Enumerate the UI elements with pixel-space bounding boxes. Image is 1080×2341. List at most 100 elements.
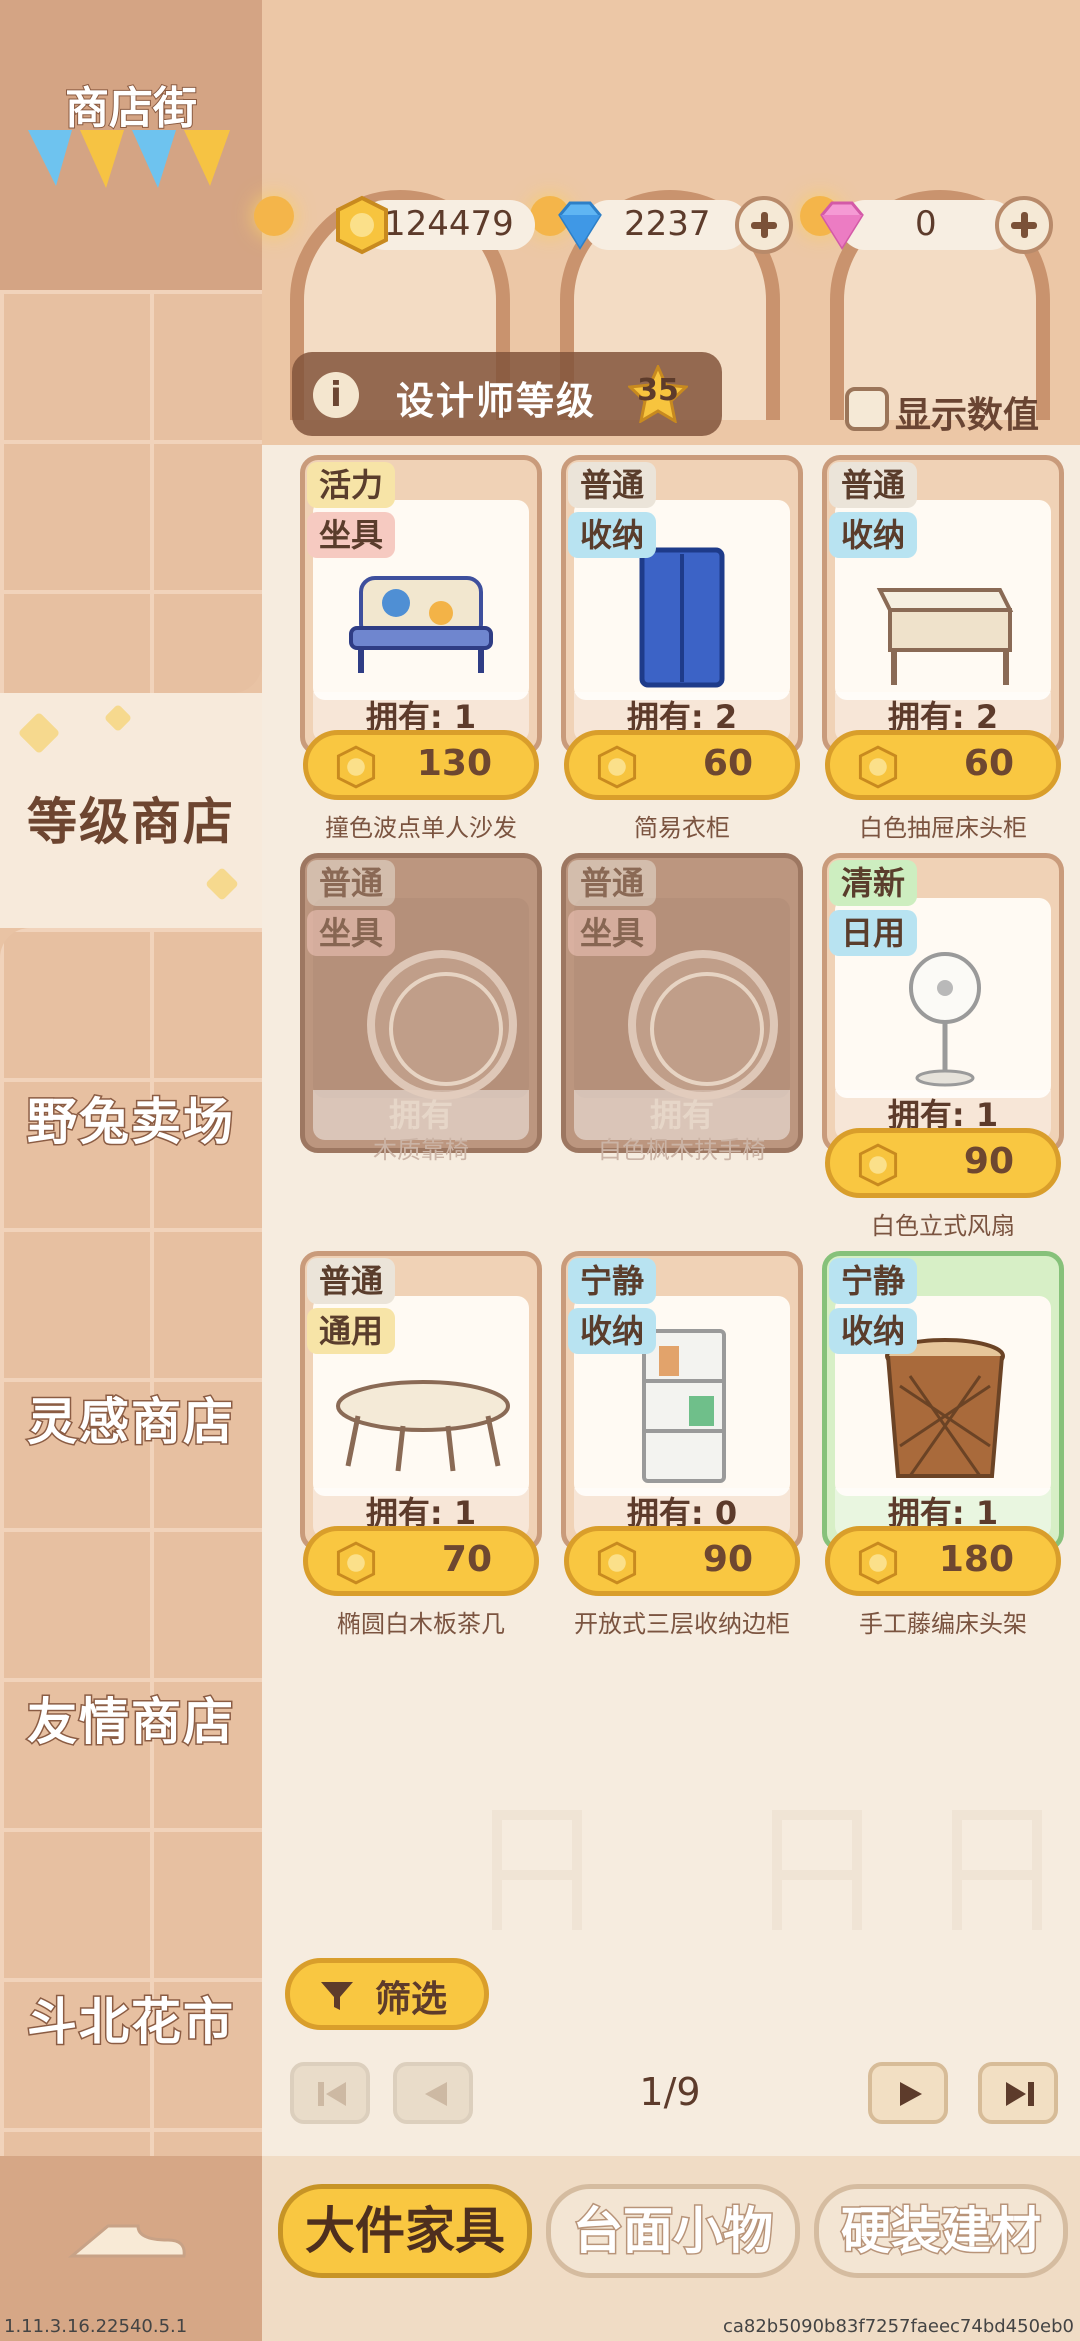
coin-balance-value: 124479 (384, 204, 514, 244)
coin-icon (597, 745, 637, 789)
item-tag-category: 坐具 (568, 910, 657, 956)
coin-icon (858, 745, 898, 789)
designer-level-label: 设计师等级 (396, 379, 597, 423)
show-values-label: 显示数值 (895, 395, 1040, 436)
collapse-arrow-icon[interactable] (68, 2216, 188, 2266)
build-hash-label: ca82b5090b83f7257faeec74bd450eb0 (722, 2316, 1074, 2337)
tab-large-furniture[interactable]: 大件家具 (278, 2184, 532, 2278)
item-name: 开放式三层收纳边柜 (574, 1610, 790, 1638)
coin-icon (336, 1541, 376, 1585)
buy-button[interactable]: 90 (825, 1128, 1061, 1198)
item-card[interactable]: 宁静 收纳 拥有: 0 (561, 1251, 803, 1551)
item-name: 白色枫木扶手椅 (598, 1136, 766, 1164)
coin-icon (336, 745, 376, 789)
last-page-button[interactable] (978, 2062, 1058, 2124)
item-card[interactable]: 普通 收纳 拥有: 2 (822, 455, 1064, 755)
add-gem-button[interactable] (995, 196, 1053, 254)
next-icon (900, 2082, 922, 2106)
version-label: 1.11.3.16.22540.5.1 (4, 2316, 188, 2337)
filter-icon (321, 1982, 353, 2010)
buy-button[interactable]: 60 (825, 730, 1061, 800)
info-icon[interactable]: i (313, 372, 359, 418)
coffee-table-icon (336, 1380, 510, 1472)
pink-gem-icon (820, 201, 864, 250)
item-tag-style: 清新 (829, 860, 918, 906)
item-card-locked[interactable]: 普通 坐具 拥有 (300, 853, 542, 1153)
item-price: 130 (416, 743, 492, 784)
item-price: 90 (963, 1141, 1014, 1182)
item-card[interactable]: 普通 收纳 拥有: 2 (561, 455, 803, 755)
buy-button[interactable]: 60 (564, 730, 800, 800)
item-card[interactable]: 普通 通用 拥有: 1 (300, 1251, 542, 1551)
item-tag-style: 活力 (307, 462, 396, 508)
rattan-rack-icon (885, 1338, 1005, 1478)
chair-watermark-icon (492, 1810, 582, 1930)
item-tag-style: 普通 (307, 1258, 396, 1304)
wardrobe-icon (639, 547, 725, 688)
item-name: 白色立式风扇 (871, 1212, 1015, 1240)
first-page-button[interactable] (290, 2062, 370, 2124)
fan-icon (909, 952, 981, 1087)
buy-button[interactable]: 90 (564, 1526, 800, 1596)
sidebar-item-friendship-shop[interactable]: 友情商店 (0, 1682, 262, 1754)
show-values-checkbox[interactable] (845, 387, 889, 431)
item-tag-style: 宁静 (568, 1258, 657, 1304)
diamond-icon (558, 201, 602, 250)
buy-button[interactable]: 180 (825, 1526, 1061, 1596)
locked-rabbit-emblem-icon (367, 950, 517, 1100)
designer-level-value: 35 (637, 373, 679, 408)
tab-building-materials[interactable]: 硬装建材 (814, 2184, 1068, 2278)
item-name: 简易衣柜 (634, 814, 730, 842)
item-tag-style: 宁静 (829, 1258, 918, 1304)
item-tag-category: 日用 (829, 910, 918, 956)
add-diamond-button[interactable] (735, 196, 793, 254)
item-name: 手工藤编床头架 (859, 1610, 1027, 1638)
coin-icon (597, 1541, 637, 1585)
item-price: 60 (702, 743, 753, 784)
item-name: 撞色波点单人沙发 (325, 814, 517, 842)
item-tag-style: 普通 (307, 860, 396, 906)
item-card-locked[interactable]: 普通 坐具 拥有 (561, 853, 803, 1153)
sidebar-item-hare-market[interactable]: 野兔卖场 (0, 1082, 262, 1154)
item-name: 白色抽屉床头柜 (859, 814, 1027, 842)
diamond-balance-value: 2237 (624, 204, 711, 244)
buy-button[interactable]: 70 (303, 1526, 539, 1596)
item-tag-style: 普通 (568, 860, 657, 906)
prev-icon (425, 2082, 447, 2106)
sidebar-item-inspiration-shop[interactable]: 灵感商店 (0, 1382, 262, 1454)
item-tag-category: 收纳 (568, 1308, 657, 1354)
item-tag-category: 收纳 (829, 512, 918, 558)
item-card[interactable]: 活力 坐具 拥有: 1 (300, 455, 542, 755)
item-tag-style: 普通 (829, 462, 918, 508)
item-tag-category: 坐具 (307, 910, 396, 956)
item-price: 180 (938, 1539, 1014, 1580)
item-price: 90 (702, 1539, 753, 1580)
item-price: 60 (963, 743, 1014, 784)
coin-icon (858, 1143, 898, 1187)
item-tag-style: 普通 (568, 462, 657, 508)
sofa-icon (349, 576, 493, 673)
item-price: 70 (441, 1539, 492, 1580)
chair-watermark-icon (772, 1810, 862, 1930)
buy-button[interactable]: 130 (303, 730, 539, 800)
lamp-decoration (254, 196, 294, 236)
sidebar-item-flower-market[interactable]: 斗北花市 (0, 1982, 262, 2054)
filter-label: 筛选 (375, 1979, 448, 2020)
page-indicator: 1/9 (639, 2070, 701, 2114)
prev-page-button[interactable] (393, 2062, 473, 2124)
tab-tabletop-items[interactable]: 台面小物 (546, 2184, 800, 2278)
nightstand-icon (876, 588, 1014, 685)
skip-last-icon (1006, 2082, 1034, 2106)
item-name: 椭圆白木板茶几 (337, 1610, 505, 1638)
coin-icon (336, 195, 388, 255)
item-tag-category: 坐具 (307, 512, 396, 558)
item-tag-category: 收纳 (829, 1308, 918, 1354)
item-tag-category: 收纳 (568, 512, 657, 558)
item-card[interactable]: 清新 日用 拥有: 1 (822, 853, 1064, 1153)
item-card[interactable]: 宁静 收纳 拥有: 1 (822, 1251, 1064, 1551)
sidebar-item-level-shop[interactable]: 等级商店 (0, 782, 262, 854)
next-page-button[interactable] (868, 2062, 948, 2124)
chair-watermark-icon (952, 1810, 1042, 1930)
locked-rabbit-emblem-icon (628, 950, 778, 1100)
coin-icon (858, 1541, 898, 1585)
